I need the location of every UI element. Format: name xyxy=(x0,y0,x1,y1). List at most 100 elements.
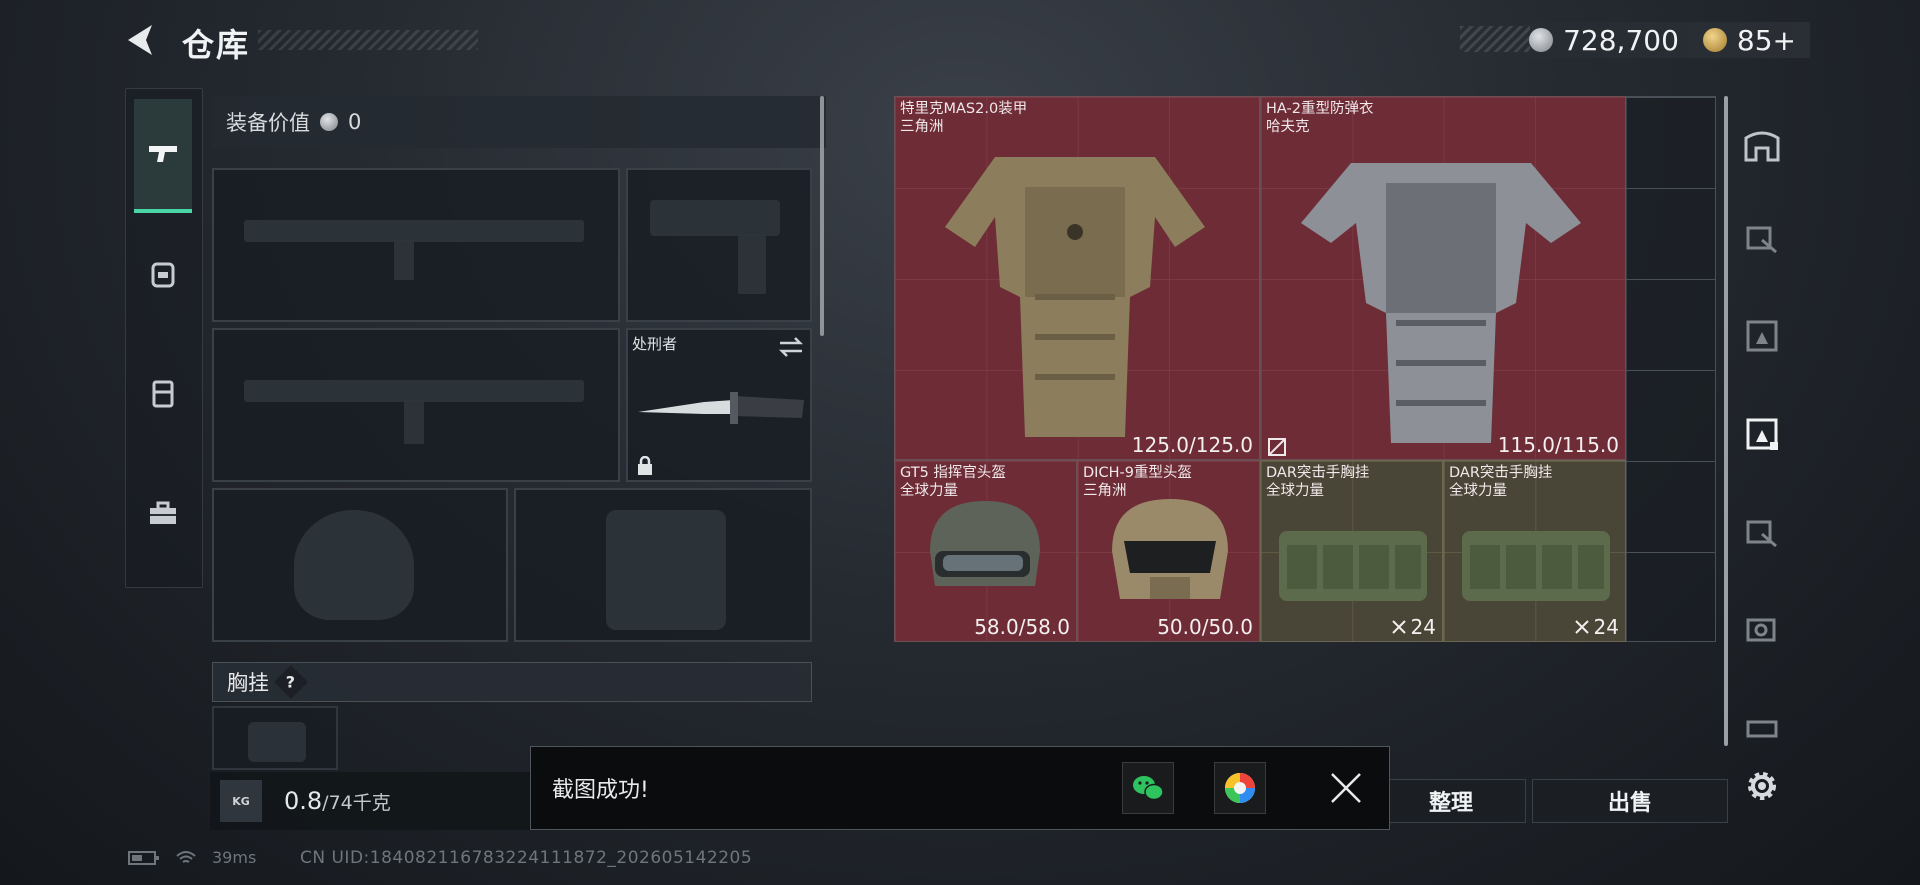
filter-category-icon xyxy=(1746,618,1776,642)
filter-tier-3-armor-active[interactable] xyxy=(1732,404,1792,464)
filter-category-icon xyxy=(1746,320,1778,352)
filter-tier-3-items[interactable] xyxy=(1732,502,1792,562)
storage-filter-tabs xyxy=(1732,96,1792,826)
tab-weapons[interactable] xyxy=(134,99,192,213)
primary-weapon-slot[interactable] xyxy=(212,168,620,322)
status-bar: 39ms xyxy=(128,848,256,867)
secondary-rifle-slot[interactable] xyxy=(212,328,620,482)
weight-icon: KG xyxy=(220,780,262,822)
item-name: GT5 指挥官头盔 xyxy=(900,465,1006,481)
item-durability: 115.0/115.0 xyxy=(1497,433,1619,457)
equipment-value-bar: 装备价值 0 xyxy=(212,96,826,148)
silver-balance: 728,700 xyxy=(1563,23,1679,57)
backpack-icon xyxy=(151,262,175,288)
item-durability: 58.0/58.0 xyxy=(974,615,1070,639)
armor-vest-image xyxy=(945,157,1205,437)
storage-item[interactable]: DICH-9重型头盔 三角洲 50.0/50.0 xyxy=(1077,460,1260,642)
no-repair-icon xyxy=(1268,438,1286,456)
swap-icon[interactable] xyxy=(778,336,804,358)
currency-bar: 728,700 85+ xyxy=(1509,22,1810,58)
storage-scrollbar[interactable] xyxy=(1724,96,1728,746)
pistol-icon xyxy=(149,146,177,162)
page-title: 仓库 xyxy=(182,26,251,64)
chest-rig-slot[interactable] xyxy=(212,706,338,770)
melee-weapon-name: 处刑者 xyxy=(632,335,678,353)
chest-rig-label: 胸挂 xyxy=(227,671,269,695)
rifle-mag-silhouette xyxy=(394,240,414,280)
item-name: DICH-9重型头盔 xyxy=(1083,465,1192,481)
gold-balance[interactable]: 85+ xyxy=(1737,24,1796,57)
filter-category-icon xyxy=(1746,720,1778,738)
storage-item[interactable]: DAR突击手胸挂 全球力量 24 xyxy=(1260,460,1443,642)
knife-image xyxy=(638,392,804,424)
back-button[interactable] xyxy=(122,22,162,58)
storage-item[interactable]: 特里克MAS2.0装甲 三角洲 125.0/125.0 xyxy=(894,96,1260,460)
item-faction: 全球力量 xyxy=(1449,483,1507,499)
filter-category-icon xyxy=(1746,418,1778,450)
wifi-icon xyxy=(176,850,196,863)
equipment-value-label: 装备价值 xyxy=(226,111,310,135)
filter-all[interactable] xyxy=(1732,116,1792,176)
filter-tier-3-misc[interactable] xyxy=(1732,696,1792,756)
share-gallery-button[interactable] xyxy=(1214,762,1266,814)
photo-app-icon xyxy=(1225,773,1255,803)
armor-slot[interactable] xyxy=(514,488,812,642)
helmet-slot[interactable] xyxy=(212,488,508,642)
equipment-value: 0 xyxy=(348,110,362,134)
silver-coin-icon xyxy=(320,113,338,131)
item-name: DAR突击手胸挂 xyxy=(1266,465,1370,481)
filter-tier-3-gear[interactable] xyxy=(1732,306,1792,366)
ping-value: 39ms xyxy=(212,848,257,867)
chest-rig-image xyxy=(1279,531,1427,601)
item-name: DAR突击手胸挂 xyxy=(1449,465,1553,481)
armor-silhouette-icon xyxy=(606,510,726,630)
weight-max: /74千克 xyxy=(322,792,391,814)
tab-toolbox[interactable] xyxy=(134,459,192,569)
helmet-image xyxy=(930,501,1040,586)
helmet-silhouette-icon xyxy=(294,510,414,620)
sell-button[interactable]: 出售 xyxy=(1532,779,1728,823)
weight-indicator: KG 0.8/74千克 xyxy=(210,772,540,830)
storage-item[interactable]: HA-2重型防弹衣 哈夫克 115.0/115.0 xyxy=(1260,96,1626,460)
user-id: CN UID:1840821167832241118​72_2026051422… xyxy=(300,848,753,868)
filter-tier-5-items[interactable] xyxy=(1732,600,1792,660)
tab-vest[interactable] xyxy=(134,339,192,449)
filter-category-icon xyxy=(1746,520,1777,548)
storage-item[interactable]: GT5 指挥官头盔 全球力量 58.0/58.0 xyxy=(894,460,1077,642)
close-icon[interactable] xyxy=(1328,770,1364,806)
toast-message: 截图成功! xyxy=(552,778,649,803)
filter-category-icon xyxy=(1746,226,1777,254)
wechat-icon xyxy=(1133,776,1164,801)
chest-rig-silhouette-icon xyxy=(248,722,306,762)
vest-icon xyxy=(152,380,174,408)
toolbox-icon xyxy=(150,501,176,524)
lock-icon xyxy=(638,456,652,475)
capacity-icon xyxy=(1391,620,1406,634)
title-decoration xyxy=(258,30,478,50)
storage-all-icon xyxy=(1744,131,1780,162)
secondary-weapon-slot[interactable] xyxy=(626,168,812,322)
settings-gear-icon[interactable] xyxy=(1740,764,1784,808)
capacity-icon xyxy=(1574,620,1589,634)
share-wechat-button[interactable] xyxy=(1122,762,1174,814)
rifle-silhouette-icon xyxy=(244,380,584,402)
heavy-helmet-image xyxy=(1112,499,1228,599)
tab-backpack-gear[interactable] xyxy=(134,219,192,329)
rifle-silhouette-icon xyxy=(244,220,584,242)
filter-tier-3-weapons[interactable] xyxy=(1732,208,1792,268)
item-name: 特里克MAS2.0装甲 xyxy=(900,101,1028,117)
gold-coin-icon xyxy=(1702,28,1727,52)
pistol-grip-silhouette xyxy=(738,234,766,294)
pistol-silhouette-icon xyxy=(650,200,780,236)
rifle-mag-silhouette xyxy=(404,400,424,444)
item-count: 24 xyxy=(1574,615,1619,639)
equipment-scrollbar[interactable] xyxy=(820,96,824,336)
organize-button[interactable]: 整理 xyxy=(1376,779,1526,823)
help-icon[interactable]: ? xyxy=(274,665,308,699)
heavy-armor-image xyxy=(1301,163,1581,443)
storage-item[interactable]: DAR突击手胸挂 全球力量 24 xyxy=(1443,460,1626,642)
item-durability: 50.0/50.0 xyxy=(1157,615,1253,639)
weight-current: 0.8 xyxy=(284,787,323,815)
chest-rig-header: 胸挂 ? xyxy=(212,662,812,702)
item-faction: 全球力量 xyxy=(1266,483,1324,499)
